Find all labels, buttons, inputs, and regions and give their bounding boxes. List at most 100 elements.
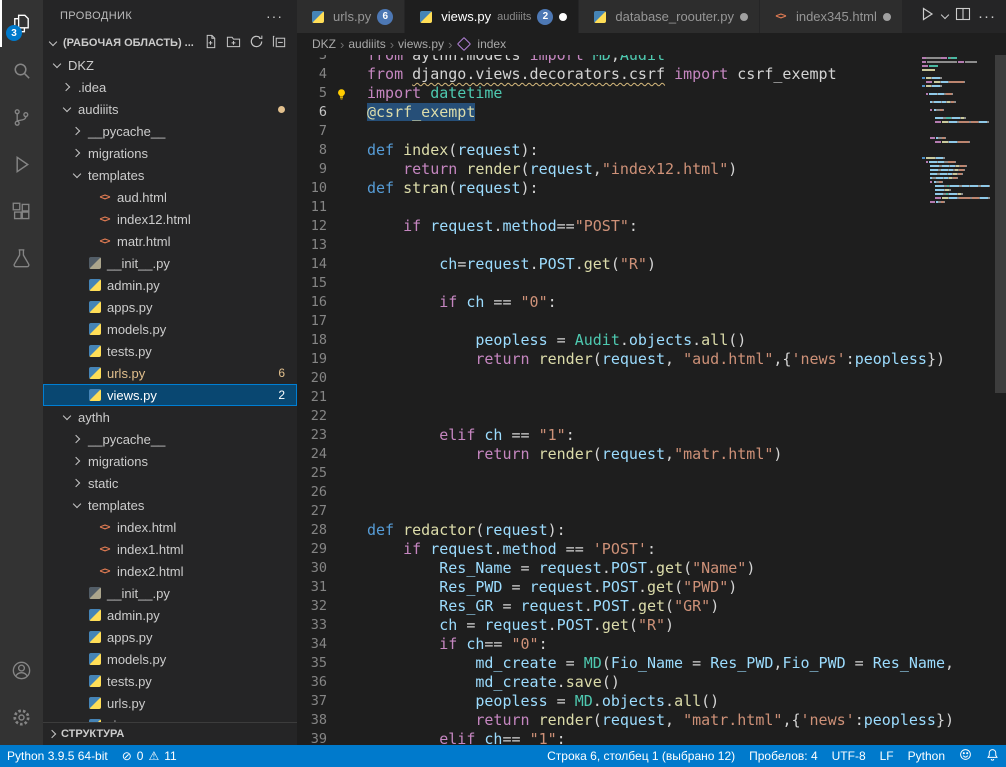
split-editor-button[interactable]	[955, 6, 971, 27]
tree-item-tests-py[interactable]: tests.py	[43, 340, 297, 362]
status-cursor-position[interactable]: Строка 6, столбец 1 (выбрано 12)	[540, 745, 742, 767]
code-line: 8def index(request):	[297, 141, 1006, 160]
gutter	[327, 217, 367, 236]
tab-urls-py[interactable]: urls.py6	[297, 0, 405, 33]
outline-section-header[interactable]: СТРУКТУРА	[43, 722, 297, 745]
tree-item-index12-html[interactable]: <>index12.html	[43, 208, 297, 230]
status-problems[interactable]: ⊘0⚠11	[115, 745, 184, 767]
python-file-icon	[308, 11, 327, 23]
run-button[interactable]	[919, 6, 935, 27]
breadcrumb-item-views-py[interactable]: views.py	[398, 37, 444, 51]
refresh-icon	[249, 34, 264, 52]
tree-item-dkz[interactable]: DKZ	[43, 54, 297, 76]
gutter	[327, 597, 367, 616]
tree-item-index2-html[interactable]: <>index2.html	[43, 560, 297, 582]
activity-run-debug-button[interactable]	[0, 141, 43, 188]
collapse-all-button[interactable]	[269, 33, 289, 53]
tree-item-aythh[interactable]: aythh	[43, 406, 297, 428]
tree-item-admin-py[interactable]: admin.py	[43, 604, 297, 626]
tree-item-templates[interactable]: templates	[43, 164, 297, 186]
chevron-down-icon[interactable]	[941, 11, 949, 19]
code-line: 10def stran(request):	[297, 179, 1006, 198]
tree-item-index-html[interactable]: <>index.html	[43, 516, 297, 538]
tree-item-apps-py[interactable]: apps.py	[43, 296, 297, 318]
bell-icon	[986, 748, 999, 764]
python-file-icon	[85, 697, 104, 709]
gutter	[327, 312, 367, 331]
lightbulb-icon[interactable]	[335, 87, 348, 100]
activity-account-button[interactable]	[0, 647, 43, 694]
new-file-button[interactable]	[200, 33, 220, 53]
minimap[interactable]	[922, 55, 994, 745]
tree-item-aud-html[interactable]: <>aud.html	[43, 186, 297, 208]
line-number: 12	[297, 217, 327, 236]
tab-index345-html[interactable]: <>index345.html	[760, 0, 903, 33]
activity-testing-button[interactable]	[0, 235, 43, 282]
code-line: 5import datetime	[297, 84, 1006, 103]
line-number: 17	[297, 312, 327, 331]
tree-item-views-py[interactable]: views.py	[43, 714, 297, 722]
more-actions-button[interactable]: ···	[978, 8, 996, 25]
tree-item-pycache[interactable]: __pycache__	[43, 428, 297, 450]
code-editor[interactable]: 3from aythh.models import MD,Audit4from …	[297, 55, 1006, 745]
tree-item-matr-html[interactable]: <>matr.html	[43, 230, 297, 252]
tree-item-migrations[interactable]: migrations	[43, 450, 297, 472]
tree-item-label: static	[88, 476, 118, 491]
breadcrumb-item-symbol[interactable]: index	[477, 37, 506, 51]
tree-item-migrations[interactable]: migrations	[43, 142, 297, 164]
tree-item-urls-py[interactable]: urls.py	[43, 692, 297, 714]
breadcrumb-item-dkz[interactable]: DKZ	[312, 37, 336, 51]
activity-search-button[interactable]	[0, 47, 43, 94]
status-feedback[interactable]	[952, 745, 979, 767]
tree-item-init-py[interactable]: __init__.py	[43, 582, 297, 604]
tab-views-py[interactable]: views.pyaudiiits2	[405, 0, 579, 33]
status-python-interpreter[interactable]: Python 3.9.5 64-bit	[0, 745, 115, 767]
line-number: 18	[297, 331, 327, 350]
python-file-icon	[85, 675, 104, 687]
tree-item-admin-py[interactable]: admin.py	[43, 274, 297, 296]
status-encoding[interactable]: UTF-8	[825, 745, 873, 767]
tree-item-views-py[interactable]: views.py2	[43, 384, 297, 406]
chevron-down-icon	[69, 504, 85, 507]
activity-explorer-button[interactable]: 3	[0, 0, 43, 47]
status-notifications[interactable]	[979, 745, 1006, 767]
modified-dot-icon[interactable]	[740, 13, 748, 21]
modified-dot-icon[interactable]	[883, 13, 891, 21]
tree-item-init-py[interactable]: __init__.py	[43, 252, 297, 274]
new-folder-button[interactable]	[223, 33, 243, 53]
tree-item-static[interactable]: static	[43, 472, 297, 494]
refresh-button[interactable]	[246, 33, 266, 53]
tree-item-label: admin.py	[107, 278, 160, 293]
activity-extensions-button[interactable]	[0, 188, 43, 235]
activity-settings-button[interactable]	[0, 694, 43, 741]
status-language-mode[interactable]: Python	[901, 745, 952, 767]
activity-source-control-button[interactable]	[0, 94, 43, 141]
tree-item-audiiits[interactable]: audiiits	[43, 98, 297, 120]
breadcrumb-item-audiiits[interactable]: audiiits	[348, 37, 385, 51]
tab-label: index345.html	[796, 9, 877, 24]
tree-item-tests-py[interactable]: tests.py	[43, 670, 297, 692]
status-eol[interactable]: LF	[873, 745, 901, 767]
line-number: 37	[297, 692, 327, 711]
tree-item-apps-py[interactable]: apps.py	[43, 626, 297, 648]
tree-item-templates[interactable]: templates	[43, 494, 297, 516]
chevron-down-icon	[69, 174, 85, 177]
python-file-icon	[85, 631, 104, 643]
gutter	[327, 331, 367, 350]
sidebar-more-icon[interactable]: ···	[266, 8, 283, 24]
tree-item-idea[interactable]: .idea	[43, 76, 297, 98]
tree-item-models-py[interactable]: models.py	[43, 318, 297, 340]
scrollbar-thumb[interactable]	[995, 55, 1006, 393]
tree-item-models-py[interactable]: models.py	[43, 648, 297, 670]
tree-item-pycache[interactable]: __pycache__	[43, 120, 297, 142]
modified-dot-icon[interactable]	[559, 13, 567, 21]
tab-database-roouter-py[interactable]: database_roouter.py	[579, 0, 760, 33]
code-line: 12 if request.method=="POST":	[297, 217, 1006, 236]
gutter	[327, 388, 367, 407]
tree-item-index1-html[interactable]: <>index1.html	[43, 538, 297, 560]
gutter	[327, 464, 367, 483]
tree-item-urls-py[interactable]: urls.py6	[43, 362, 297, 384]
workspace-header[interactable]: (РАБОЧАЯ ОБЛАСТЬ) ...	[43, 32, 297, 54]
status-indentation[interactable]: Пробелов: 4	[742, 745, 825, 767]
activity-bar: 3	[0, 0, 43, 745]
